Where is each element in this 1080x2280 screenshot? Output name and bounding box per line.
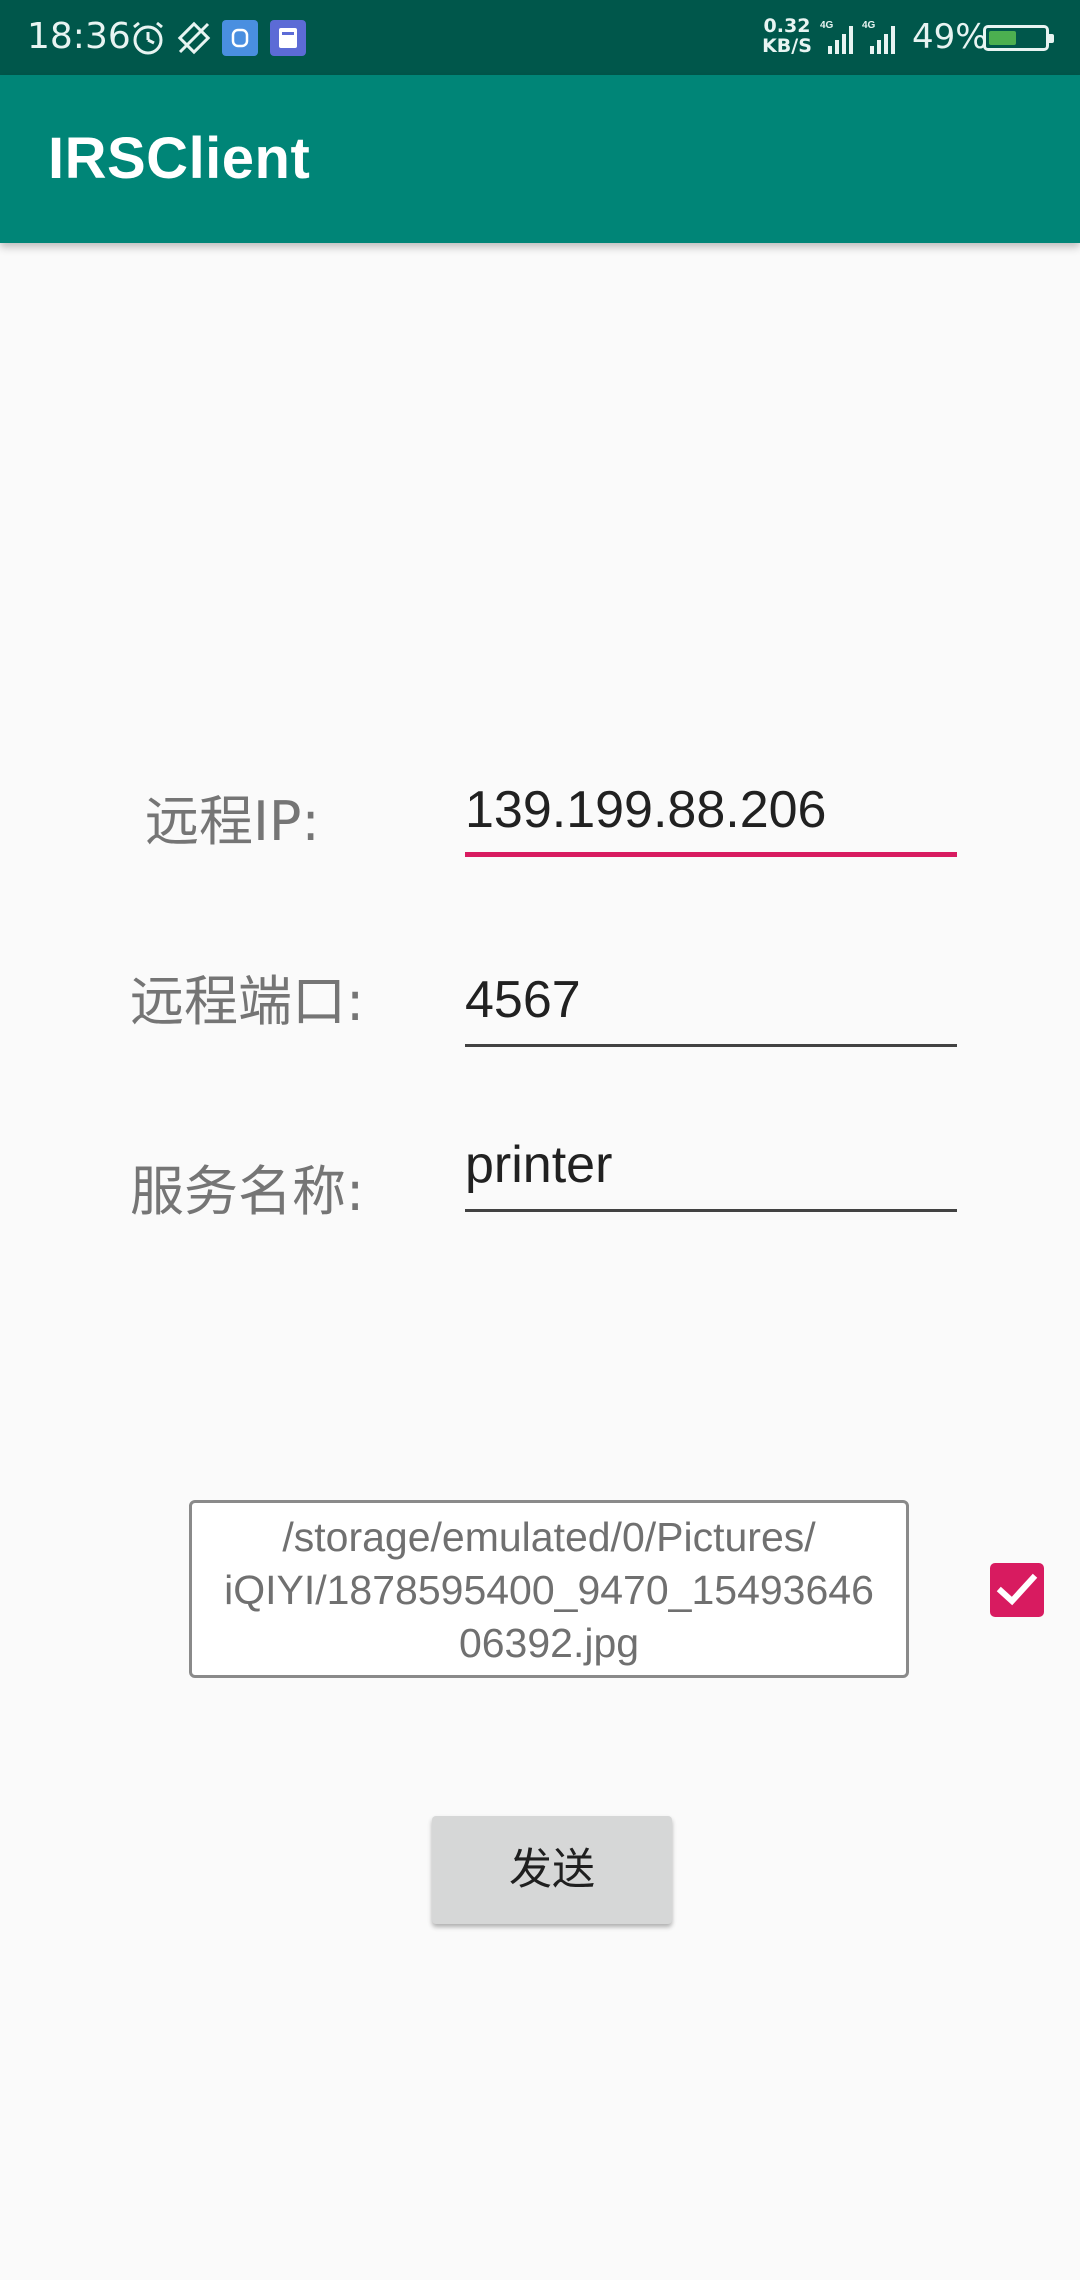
port-input[interactable] — [465, 953, 957, 1047]
network-type-1: 4G — [820, 20, 834, 31]
ip-underline — [465, 852, 957, 857]
battery-level — [989, 31, 1016, 45]
ip-field[interactable] — [465, 763, 957, 857]
file-path-line: /storage/emulated/0/Pictures/ — [282, 1514, 816, 1560]
status-time: 18:36 — [27, 16, 131, 57]
file-checkbox[interactable] — [990, 1563, 1044, 1617]
ip-label: 远程IP: — [145, 790, 320, 853]
alarm-icon — [133, 21, 163, 55]
app-bar: IRSClient — [0, 75, 1080, 243]
file-path-box[interactable]: /storage/emulated/0/Pictures/ iQIYI/1878… — [189, 1500, 909, 1678]
network-speed-value: 0.32 — [763, 15, 811, 37]
signal-icon: 4G — [820, 20, 853, 54]
port-label: 远程端口: — [130, 970, 365, 1033]
status-bar: 18:36 0.32 KB/S 4G 4G 49% — [0, 0, 1080, 75]
send-button[interactable]: 发送 — [432, 1816, 672, 1924]
send-button-label: 发送 — [509, 1845, 595, 1895]
service-input[interactable] — [465, 1118, 957, 1212]
battery-icon — [983, 25, 1054, 51]
port-field[interactable] — [465, 953, 957, 1047]
signal-icon: 4G — [862, 20, 895, 54]
calendar-notification-icon — [270, 20, 306, 56]
check-icon — [996, 1573, 1038, 1606]
app-title: IRSClient — [48, 126, 311, 191]
service-field[interactable] — [465, 1118, 957, 1212]
app-notification-icon — [222, 20, 258, 56]
ip-input[interactable] — [465, 763, 957, 857]
file-path-line: iQIYI/1878595400_9470_15493646 — [224, 1567, 874, 1613]
rotate-icon — [177, 21, 211, 55]
battery-percent: 49% — [912, 17, 988, 57]
network-speed: 0.32 KB/S — [760, 16, 814, 56]
file-path-text: /storage/emulated/0/Pictures/ iQIYI/1878… — [192, 1511, 906, 1670]
file-path-line: 06392.jpg — [458, 1620, 640, 1666]
port-underline — [465, 1044, 957, 1047]
network-speed-unit: KB/S — [762, 35, 812, 57]
network-type-2: 4G — [862, 20, 876, 31]
service-label: 服务名称: — [130, 1160, 365, 1223]
service-underline — [465, 1209, 957, 1212]
